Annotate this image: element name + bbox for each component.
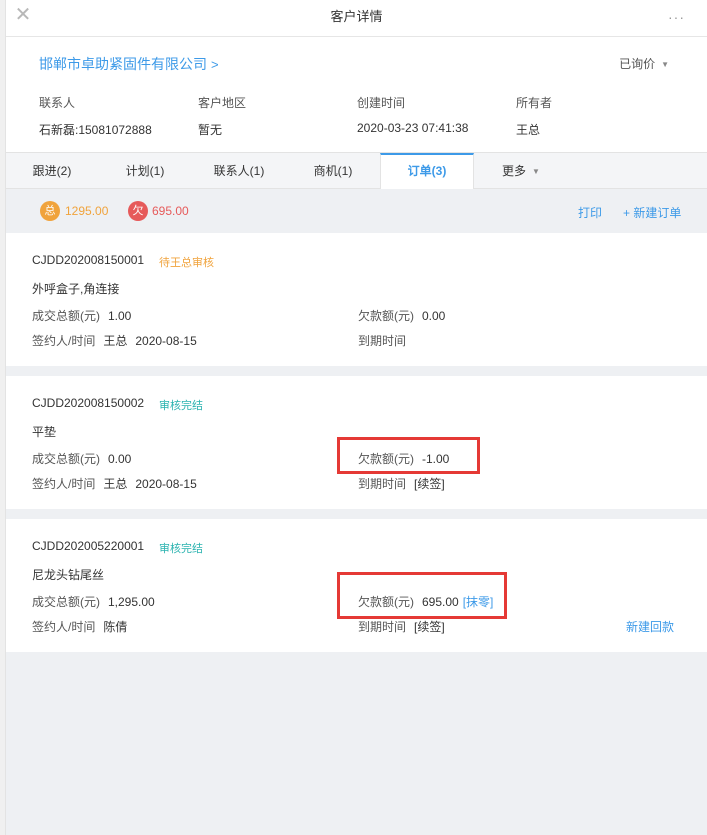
signer-name: 王总 [103, 477, 128, 491]
order-total-row: 成交总额(元) 1,295.00 [32, 593, 155, 610]
caret-down-icon: ▼ [532, 167, 540, 176]
summary-owe-value: 695.00 [152, 204, 189, 218]
close-icon[interactable]: ✕ [14, 4, 32, 26]
order-product: 平垫 [32, 425, 57, 439]
order-signer-row: 签约人/时间 王总 2020-08-15 [32, 475, 197, 492]
order-due-row: 到期时间 [358, 332, 406, 349]
order-owe-row: 欠款额(元) 0.00 [358, 307, 445, 324]
signer-label: 签约人/时间 [32, 334, 96, 348]
info-value: 石新磊:15081072888 [39, 123, 152, 137]
due-label: 到期时间 [358, 477, 407, 491]
summary-total-value: 1295.00 [65, 204, 109, 218]
total-badge-icon: 总 [40, 201, 60, 221]
order-card[interactable]: CJDD202008150001 待王总审核 外呼盒子,角连接 成交总额(元) 1… [6, 233, 707, 366]
order-due-row: 到期时间 [续签] [358, 475, 445, 492]
total-amount-label: 成交总额(元) [32, 595, 100, 609]
sign-date: 2020-08-15 [135, 477, 197, 491]
renew-button[interactable]: [续签] [414, 620, 445, 634]
order-summary-bar: 总 1295.00 欠 695.00 打印 + 新建订单 [6, 189, 707, 232]
total-amount-value: 0.00 [108, 452, 132, 466]
owe-amount-value: 0.00 [422, 309, 446, 323]
order-signer-row: 签约人/时间 陈倩 [32, 618, 127, 635]
total-amount-label: 成交总额(元) [32, 309, 100, 323]
info-created: 创建时间 2020-03-23 07:41:38 [357, 94, 468, 135]
total-amount-label: 成交总额(元) [32, 452, 100, 466]
order-status: 待王总审核 [159, 257, 214, 269]
order-card[interactable]: CJDD202005220001 审核完结 尼龙头钻尾丝 成交总额(元) 1,29… [6, 519, 707, 652]
info-value: 暂无 [198, 123, 223, 137]
info-label: 创建时间 [357, 96, 406, 110]
print-button[interactable]: 打印 [578, 204, 602, 221]
customer-header: 邯郸市卓助紧固件有限公司 > 已询价 ▼ 联系人 石新磊:15081072888 客… [6, 37, 707, 152]
order-product: 外呼盒子,角连接 [32, 282, 120, 296]
sign-date: 2020-08-15 [135, 334, 197, 348]
signer-label: 签约人/时间 [32, 477, 96, 491]
info-label: 所有者 [516, 96, 553, 110]
order-card[interactable]: CJDD202008150002 审核完结 平垫 成交总额(元) 0.00 欠款额… [6, 376, 707, 509]
info-label: 联系人 [39, 96, 76, 110]
info-region: 客户地区 暂无 [198, 94, 246, 138]
chevron-right-icon: > [211, 57, 219, 72]
tab-followup[interactable]: 跟进(2) [6, 153, 98, 189]
due-label: 到期时间 [358, 620, 407, 634]
order-status: 审核完结 [159, 543, 203, 555]
more-options-icon[interactable]: ··· [668, 0, 685, 34]
order-code: CJDD202008150002 [32, 396, 145, 410]
company-name-link[interactable]: 邯郸市卓助紧固件有限公司 > [39, 54, 219, 74]
new-payment-button[interactable]: 新建回款 [626, 618, 674, 635]
window-title: 客户详情 [330, 9, 383, 24]
signer-name: 王总 [103, 334, 128, 348]
order-status: 审核完结 [159, 400, 203, 412]
total-amount-value: 1,295.00 [108, 595, 155, 609]
detail-tabs: 跟进(2) 计划(1) 联系人(1) 商机(1) 订单(3) 更多 ▼ [6, 152, 707, 190]
info-owner: 所有者 王总 [516, 94, 552, 138]
info-value: 2020-03-23 07:41:38 [357, 121, 469, 135]
order-signer-row: 签约人/时间 王总 2020-08-15 [32, 332, 197, 349]
tab-contacts[interactable]: 联系人(1) [192, 153, 286, 189]
customer-status-dropdown[interactable]: 已询价 ▼ [619, 55, 669, 72]
title-bar: ✕ 客户详情 ··· [6, 0, 707, 37]
order-total-row: 成交总额(元) 1.00 [32, 307, 131, 324]
signer-name: 陈倩 [103, 620, 128, 634]
info-value: 王总 [516, 123, 541, 137]
info-contact: 联系人 石新磊:15081072888 [39, 94, 152, 138]
tab-opportunity[interactable]: 商机(1) [286, 153, 380, 189]
caret-down-icon: ▼ [661, 60, 669, 69]
tab-orders[interactable]: 订单(3) [380, 153, 474, 190]
tab-plan[interactable]: 计划(1) [98, 153, 192, 189]
tab-more-label: 更多 [502, 164, 527, 178]
signer-label: 签约人/时间 [32, 620, 96, 634]
order-product: 尼龙头钻尾丝 [32, 568, 105, 582]
tab-more[interactable]: 更多 ▼ [474, 153, 568, 189]
order-code: CJDD202005220001 [32, 539, 145, 553]
customer-status: 已询价 [619, 57, 656, 71]
info-label: 客户地区 [198, 96, 247, 110]
total-amount-value: 1.00 [108, 309, 132, 323]
order-code: CJDD202008150001 [32, 253, 145, 267]
owe-badge-icon: 欠 [128, 201, 148, 221]
customer-detail-panel: ✕ 客户详情 ··· 邯郸市卓助紧固件有限公司 > 已询价 ▼ 联系人 石新磊:15… [5, 0, 707, 835]
renew-button[interactable]: [续签] [414, 477, 445, 491]
new-order-button[interactable]: + 新建订单 [623, 204, 681, 221]
company-name: 邯郸市卓助紧固件有限公司 [39, 56, 207, 72]
order-total-row: 成交总额(元) 0.00 [32, 450, 131, 467]
highlight-box [337, 437, 480, 474]
owe-amount-label: 欠款额(元) [358, 309, 414, 323]
order-due-row: 到期时间 [续签] [358, 618, 445, 635]
highlight-box [337, 572, 507, 619]
due-label: 到期时间 [358, 334, 407, 348]
